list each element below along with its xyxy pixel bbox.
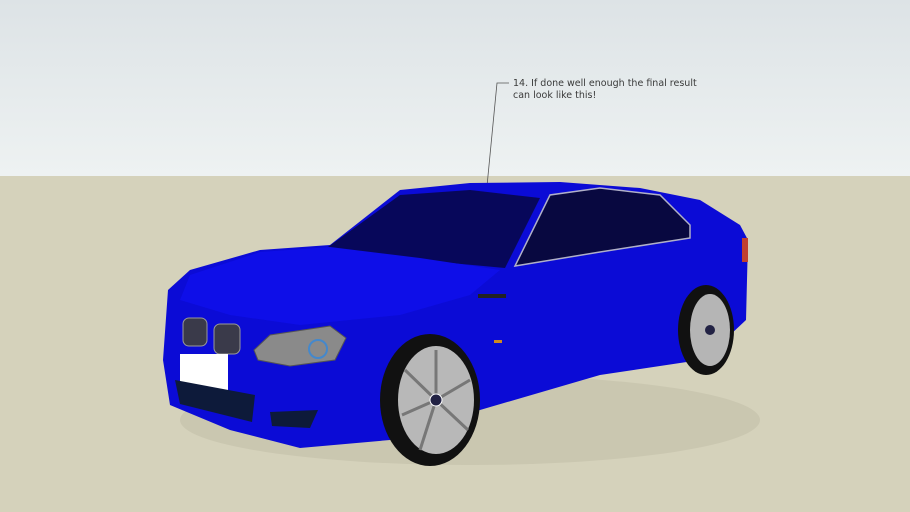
annotation-line-2: can look like this! — [513, 90, 597, 101]
car-model-viewport[interactable] — [0, 0, 910, 512]
annotation-callout: 14. If done well enough the final result… — [513, 78, 697, 102]
kidney-grille-right — [213, 323, 241, 355]
front-wheel — [380, 334, 480, 466]
annotation-line-1: 14. If done well enough the final result — [513, 78, 697, 89]
side-marker-light — [494, 340, 502, 343]
side-indicator — [478, 294, 506, 298]
annotation-leader-line — [486, 82, 509, 187]
rear-wheel — [678, 285, 734, 375]
fog-light-intake — [270, 410, 318, 428]
kidney-grille-left — [182, 317, 208, 347]
tail-light — [742, 238, 748, 262]
